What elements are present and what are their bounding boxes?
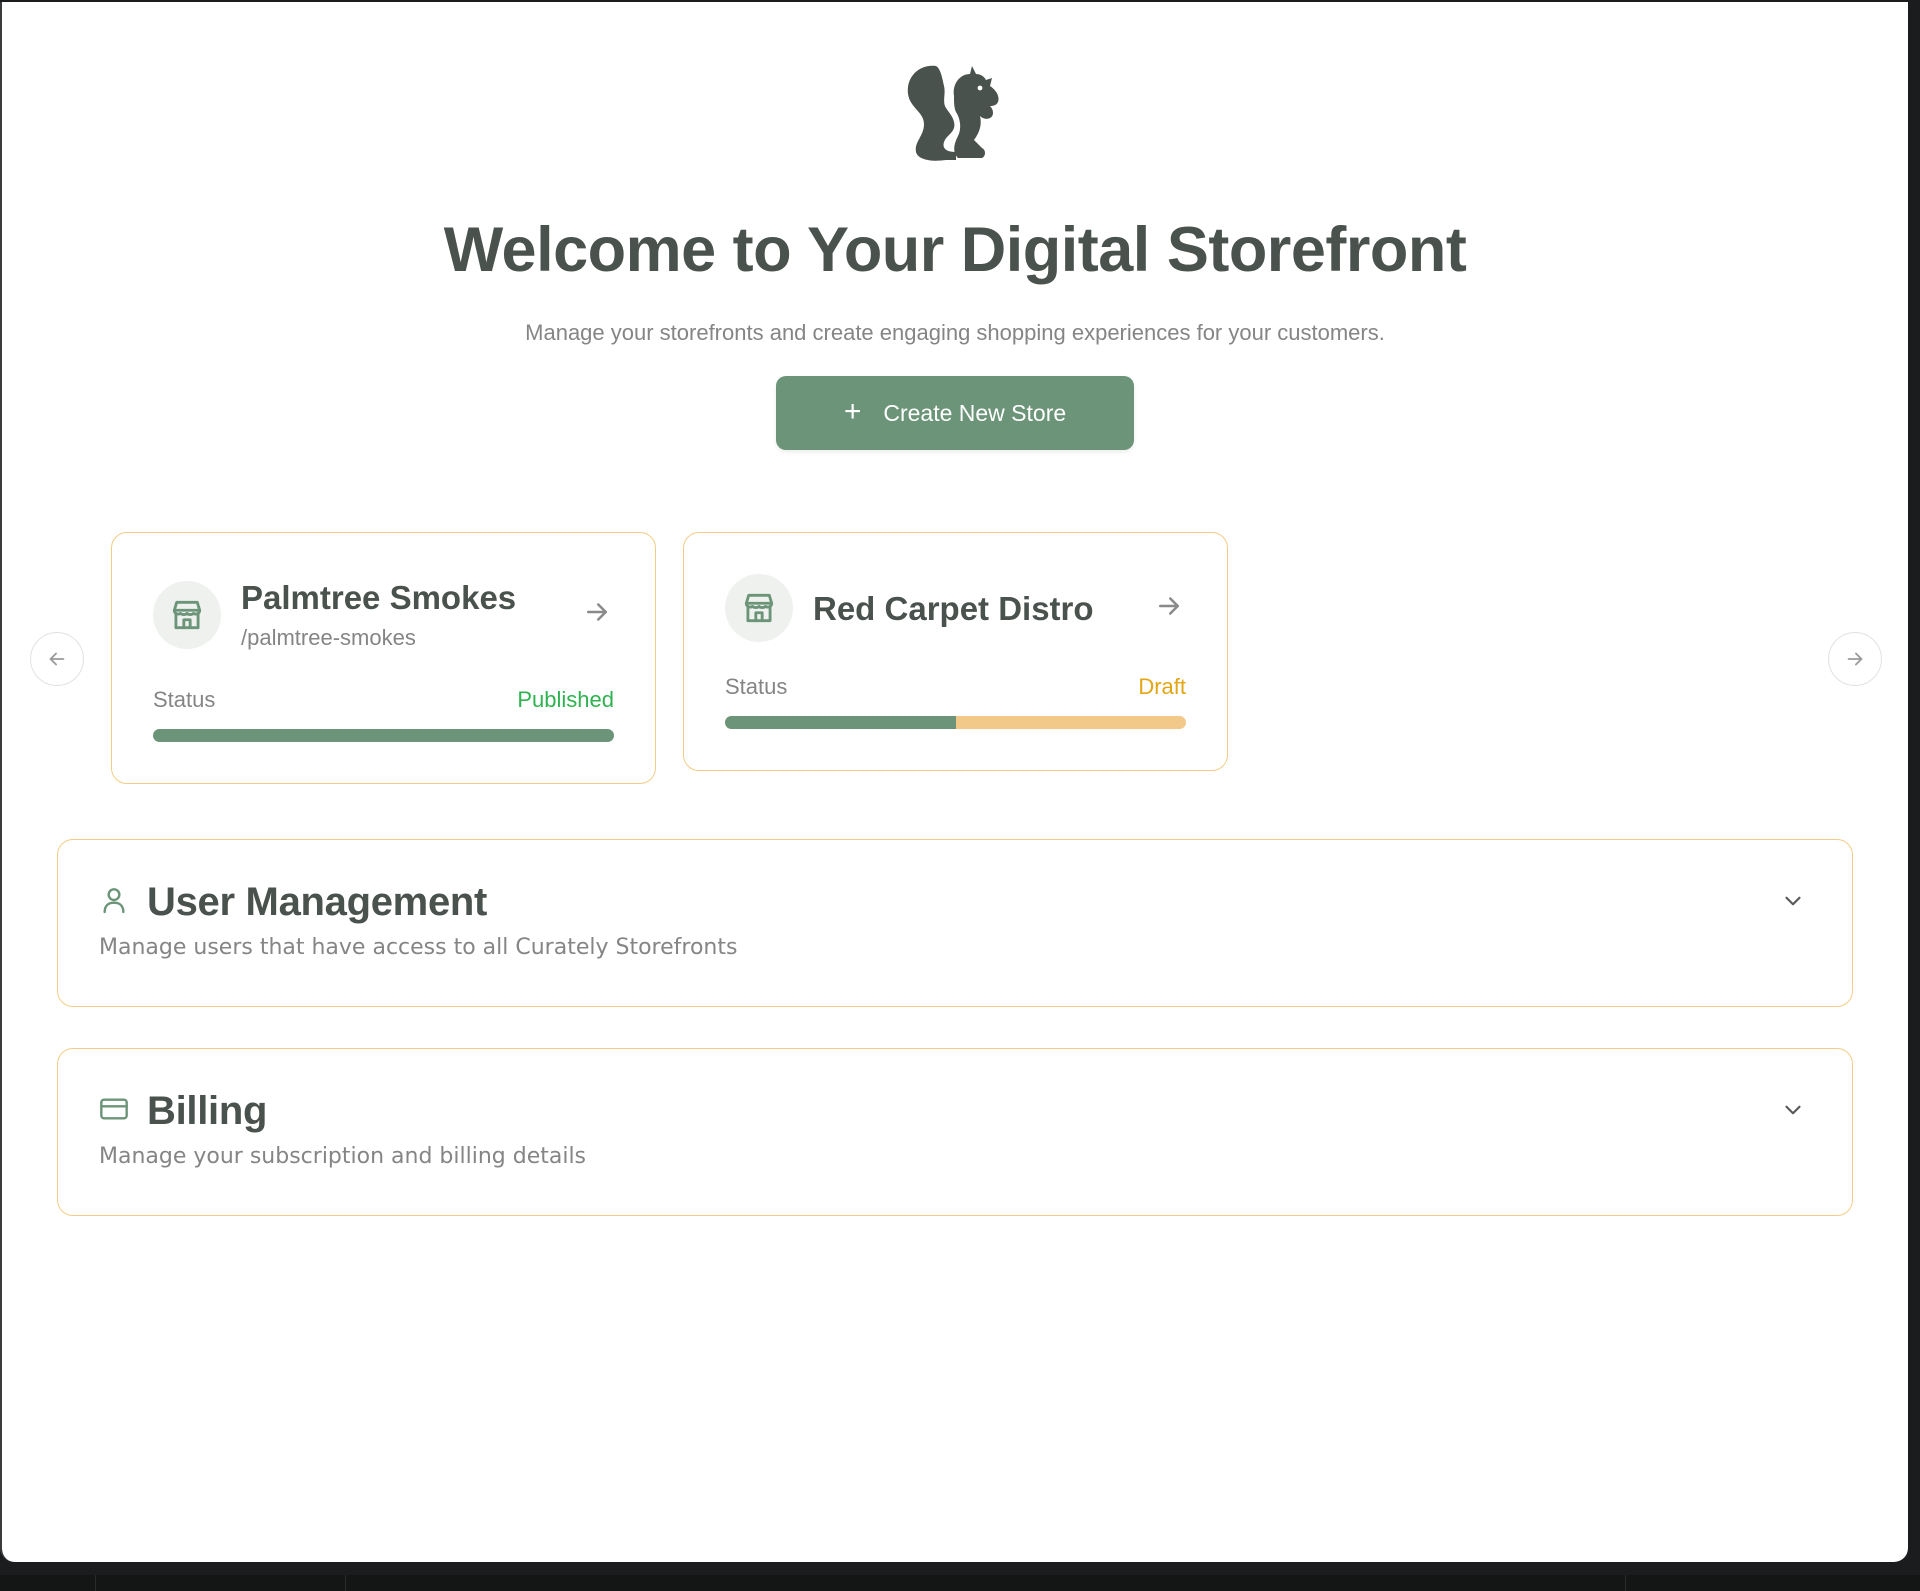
credit-card-icon	[100, 1098, 128, 1120]
storefront-icon	[153, 581, 221, 649]
section-description: Manage users that have access to all Cur…	[99, 935, 738, 960]
store-name: Red Carpet Distro	[813, 590, 1094, 627]
store-card[interactable]: Red Carpet Distro Status Draft	[683, 532, 1228, 771]
page-title: Welcome to Your Digital Storefront	[443, 215, 1467, 285]
status-progress-bar	[725, 716, 1186, 729]
app-window: Welcome to Your Digital Storefront Manag…	[0, 2, 1908, 1562]
status-badge: Published	[517, 687, 614, 712]
status-badge: Draft	[1138, 674, 1186, 699]
carousel-next-button[interactable]	[1828, 632, 1882, 686]
squirrel-logo-icon	[907, 65, 999, 161]
page-subtitle: Manage your storefronts and create engag…	[525, 320, 1385, 345]
chevron-down-icon[interactable]	[1780, 888, 1806, 914]
arrow-right-icon	[1847, 652, 1863, 666]
arrow-right-icon[interactable]	[1154, 591, 1184, 621]
plus-icon: +	[843, 394, 862, 428]
status-label: Status	[725, 674, 788, 699]
section-title: User Management	[147, 880, 488, 924]
billing-section[interactable]: Billing Manage your subscription and bil…	[57, 1048, 1853, 1216]
store-card[interactable]: Palmtree Smokes /palmtree-smokes Status …	[111, 532, 656, 784]
storefront-icon	[725, 574, 793, 642]
status-progress-bar	[153, 729, 614, 742]
user-management-section[interactable]: User Management Manage users that have a…	[57, 839, 1853, 1007]
arrow-left-icon	[49, 652, 65, 666]
store-slug: /palmtree-smokes	[241, 625, 416, 650]
store-name: Palmtree Smokes	[241, 579, 517, 616]
status-progress-fill	[153, 729, 614, 742]
chevron-down-icon[interactable]	[1780, 1097, 1806, 1123]
user-icon	[103, 888, 125, 914]
arrow-right-icon[interactable]	[582, 597, 612, 627]
carousel-prev-button[interactable]	[30, 632, 84, 686]
section-title: Billing	[147, 1089, 268, 1133]
create-new-store-button[interactable]: + Create New Store	[776, 376, 1134, 450]
create-new-store-label: Create New Store	[883, 399, 1067, 426]
status-progress-fill	[725, 716, 956, 729]
status-label: Status	[153, 687, 216, 712]
section-description: Manage your subscription and billing det…	[99, 1144, 587, 1169]
taskbar-strip	[0, 1575, 1920, 1591]
